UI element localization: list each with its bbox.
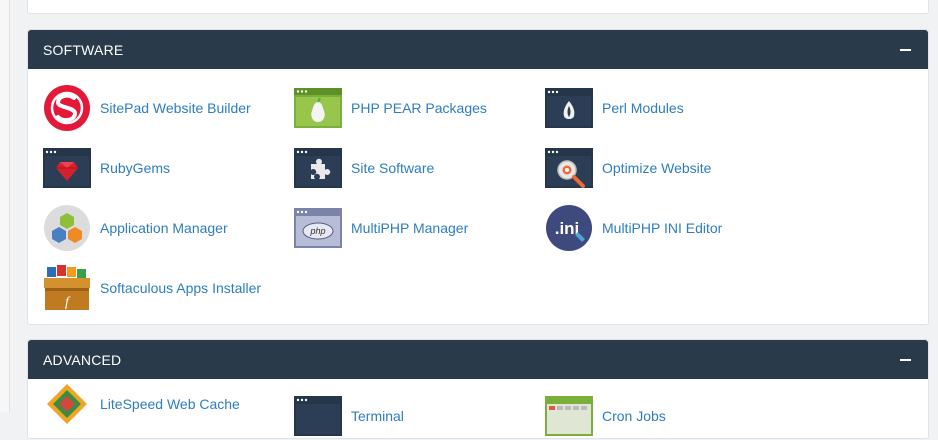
php-logo-text: php (309, 226, 325, 236)
litespeed-icon (43, 380, 91, 428)
left-sidebar-edge (0, 0, 10, 412)
multiphp-ini-editor-icon: .ini (545, 204, 593, 252)
minus-icon (899, 48, 911, 51)
litespeed-link[interactable]: LiteSpeed Web Cache (100, 396, 240, 412)
advanced-panel: ADVANCED LiteSpeed Web Cache Terminal Cr… (27, 339, 929, 439)
softaculous-icon: f (43, 264, 91, 312)
multiphp-manager-icon: php (294, 204, 342, 252)
previous-panel-bottom (27, 0, 929, 14)
sitepad-icon (43, 84, 91, 132)
site-software-icon (294, 144, 342, 192)
cron-jobs-icon (545, 392, 593, 440)
software-item-site-software[interactable]: Site Software (294, 144, 434, 192)
perl-icon (545, 84, 593, 132)
multiphp-ini-editor-link[interactable]: MultiPHP INI Editor (602, 220, 722, 236)
php-pear-icon (294, 84, 342, 132)
rubygems-icon (43, 144, 91, 192)
software-item-optimize-website[interactable]: Optimize Website (545, 144, 711, 192)
software-item-rubygems[interactable]: RubyGems (43, 144, 170, 192)
software-panel: SOFTWARE SitePad Website Builder PHP PEA… (27, 29, 929, 325)
advanced-item-litespeed[interactable]: LiteSpeed Web Cache (43, 380, 240, 428)
advanced-item-terminal[interactable]: Terminal (294, 392, 404, 440)
cron-jobs-link[interactable]: Cron Jobs (602, 408, 666, 424)
software-item-application-manager[interactable]: Application Manager (43, 204, 228, 252)
sitepad-link[interactable]: SitePad Website Builder (100, 100, 251, 116)
software-panel-header[interactable]: SOFTWARE (28, 30, 928, 69)
application-manager-link[interactable]: Application Manager (100, 220, 228, 236)
advanced-item-cron-jobs[interactable]: Cron Jobs (545, 392, 666, 440)
site-software-link[interactable]: Site Software (351, 160, 434, 176)
optimize-website-link[interactable]: Optimize Website (602, 160, 711, 176)
advanced-collapse-button[interactable] (897, 352, 913, 368)
rubygems-link[interactable]: RubyGems (100, 160, 170, 176)
advanced-panel-title: ADVANCED (43, 351, 122, 368)
software-item-perl[interactable]: Perl Modules (545, 84, 684, 132)
software-collapse-button[interactable] (897, 42, 913, 58)
php-pear-link[interactable]: PHP PEAR Packages (351, 100, 487, 116)
perl-link[interactable]: Perl Modules (602, 100, 684, 116)
advanced-panel-header[interactable]: ADVANCED (28, 340, 928, 379)
terminal-link[interactable]: Terminal (351, 408, 404, 424)
software-item-multiphp-ini-editor[interactable]: .ini MultiPHP INI Editor (545, 204, 722, 252)
software-panel-title: SOFTWARE (43, 41, 124, 58)
software-item-multiphp-manager[interactable]: php MultiPHP Manager (294, 204, 468, 252)
application-manager-icon (43, 204, 91, 252)
software-item-sitepad[interactable]: SitePad Website Builder (43, 84, 251, 132)
minus-icon (899, 358, 911, 361)
software-item-php-pear[interactable]: PHP PEAR Packages (294, 84, 487, 132)
optimize-website-icon (545, 144, 593, 192)
softaculous-link[interactable]: Softaculous Apps Installer (100, 280, 261, 296)
terminal-icon (294, 392, 342, 440)
software-item-softaculous[interactable]: f Softaculous Apps Installer (43, 264, 261, 312)
multiphp-manager-link[interactable]: MultiPHP Manager (351, 220, 468, 236)
